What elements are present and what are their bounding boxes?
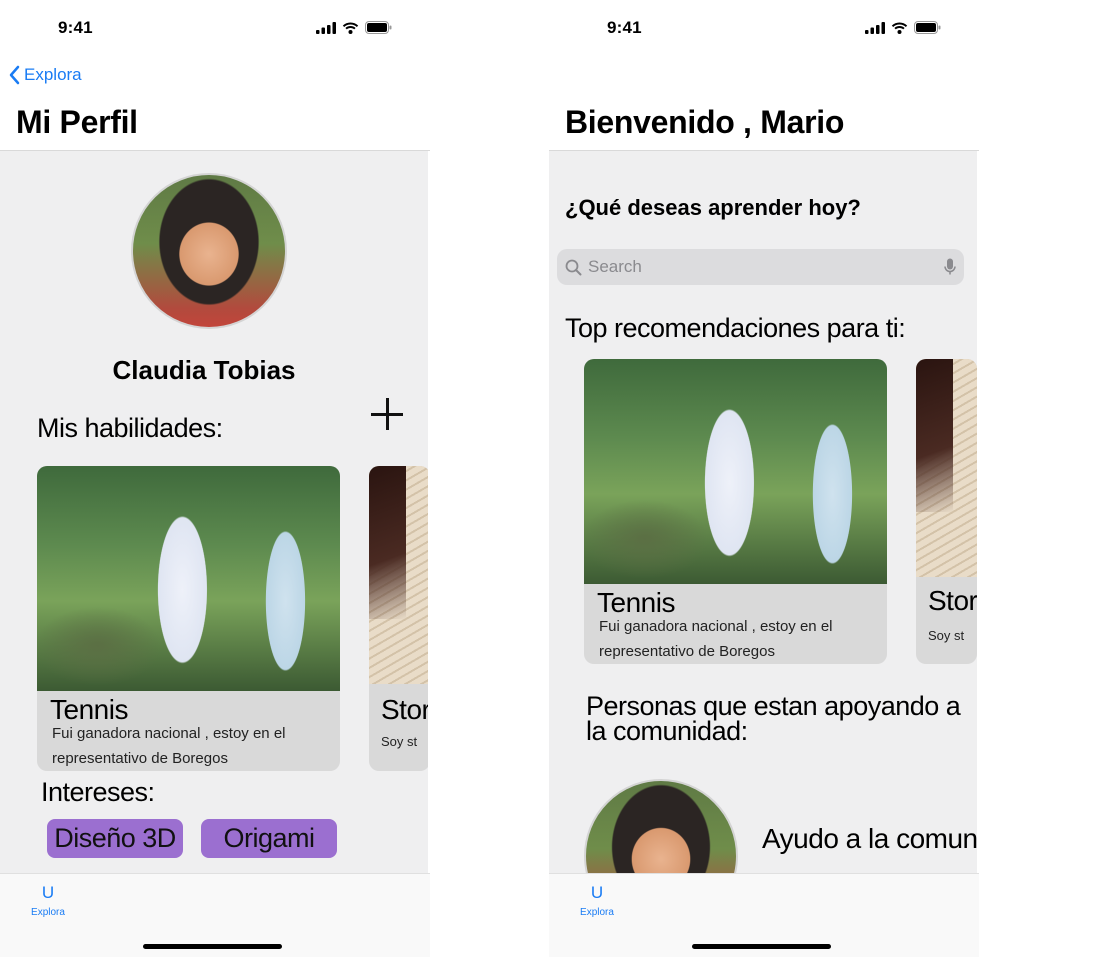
skill-desc-line1: Fui ganadora nacional , estoy en el — [52, 725, 286, 742]
community-person-avatar[interactable] — [584, 779, 738, 873]
interests-label: Intereses: — [41, 777, 155, 807]
recommendation-card-tennis[interactable]: Tennis Fui ganadora nacional , estoy en … — [584, 359, 887, 664]
tab-label: Explora — [580, 907, 614, 918]
search-bar[interactable]: Search — [557, 249, 964, 285]
skill-title: Story — [381, 694, 428, 725]
tennis-photo — [584, 359, 887, 584]
profile-name: Claudia Tobias — [112, 355, 296, 385]
microphone-icon[interactable] — [944, 258, 956, 276]
wifi-icon — [891, 22, 908, 34]
page-title: Mi Perfil — [16, 104, 138, 140]
profile-content: Claudia Tobias Mis habilidades: Tennis F… — [0, 151, 428, 873]
profile-screen: 9:41 Explora Mi Perfil Claudia Tobias Mi… — [0, 0, 430, 957]
skill-description: Fui ganadora nacional , estoy en el repr… — [52, 721, 286, 771]
tab-bar: U Explora — [0, 873, 430, 957]
skills-label: Mis habilidades: — [37, 413, 223, 443]
community-label: Personas que estan apoyando a la comunid… — [586, 693, 961, 746]
search-input[interactable]: Search — [588, 257, 938, 277]
tennis-photo — [37, 466, 340, 691]
recommendation-desc-line1: Fui ganadora nacional , estoy en el — [599, 618, 833, 635]
learn-question: ¿Qué deseas aprender hoy? — [565, 195, 861, 220]
tab-explora[interactable]: U Explora — [565, 882, 629, 918]
explore-icon: U — [41, 883, 55, 902]
story-photo — [369, 466, 428, 684]
add-skill-button[interactable] — [369, 396, 405, 432]
status-icons — [865, 21, 941, 34]
tab-label: Explora — [31, 907, 65, 918]
skill-card-tennis[interactable]: Tennis Fui ganadora nacional , estoy en … — [37, 466, 340, 771]
chevron-left-icon — [9, 65, 20, 85]
recommendation-title: Story — [928, 585, 977, 616]
explore-icon: U — [590, 883, 604, 902]
home-content: ¿Qué deseas aprender hoy? Search Top rec… — [549, 151, 977, 873]
status-bar: 9:41 — [0, 0, 430, 54]
battery-icon — [365, 21, 392, 34]
top-recommendations-label: Top recomendaciones para ti: — [565, 313, 906, 343]
status-bar: 9:41 — [549, 0, 979, 54]
story-photo — [916, 359, 977, 577]
status-icons — [316, 21, 392, 34]
tab-bar: U Explora — [549, 873, 979, 957]
recommendation-description: Soy st — [928, 628, 965, 643]
skill-desc-line2: representativo de Boregos — [52, 750, 228, 767]
community-person-text: Ayudo a la comuni — [762, 823, 977, 854]
back-label: Explora — [24, 65, 82, 84]
wifi-icon — [342, 22, 359, 34]
skill-description: Soy st — [381, 734, 418, 749]
tab-explora[interactable]: U Explora — [16, 882, 80, 918]
community-label-line2: la comunidad: — [586, 716, 748, 746]
recommendation-card-story[interactable]: Story Soy st — [916, 359, 977, 664]
status-time: 9:41 — [607, 18, 642, 37]
battery-icon — [914, 21, 941, 34]
recommendation-desc-line2: representativo de Boregos — [599, 643, 775, 660]
skill-card-story[interactable]: Story Soy st — [369, 466, 428, 771]
page-title: Bienvenido , Mario — [565, 104, 845, 140]
home-indicator — [692, 944, 831, 949]
back-button[interactable]: Explora — [8, 65, 82, 85]
search-icon — [565, 259, 582, 275]
home-screen: 9:41 Bienvenido , Mario ¿Qué deseas apre… — [549, 0, 979, 957]
signal-icon — [316, 21, 336, 34]
status-time: 9:41 — [58, 18, 93, 37]
recommendation-description: Fui ganadora nacional , estoy en el repr… — [599, 614, 833, 664]
interest-chip[interactable]: Origami — [201, 819, 337, 858]
signal-icon — [865, 21, 885, 34]
interest-chip[interactable]: Diseño 3D — [47, 819, 183, 858]
home-indicator — [143, 944, 282, 949]
avatar — [131, 173, 287, 329]
